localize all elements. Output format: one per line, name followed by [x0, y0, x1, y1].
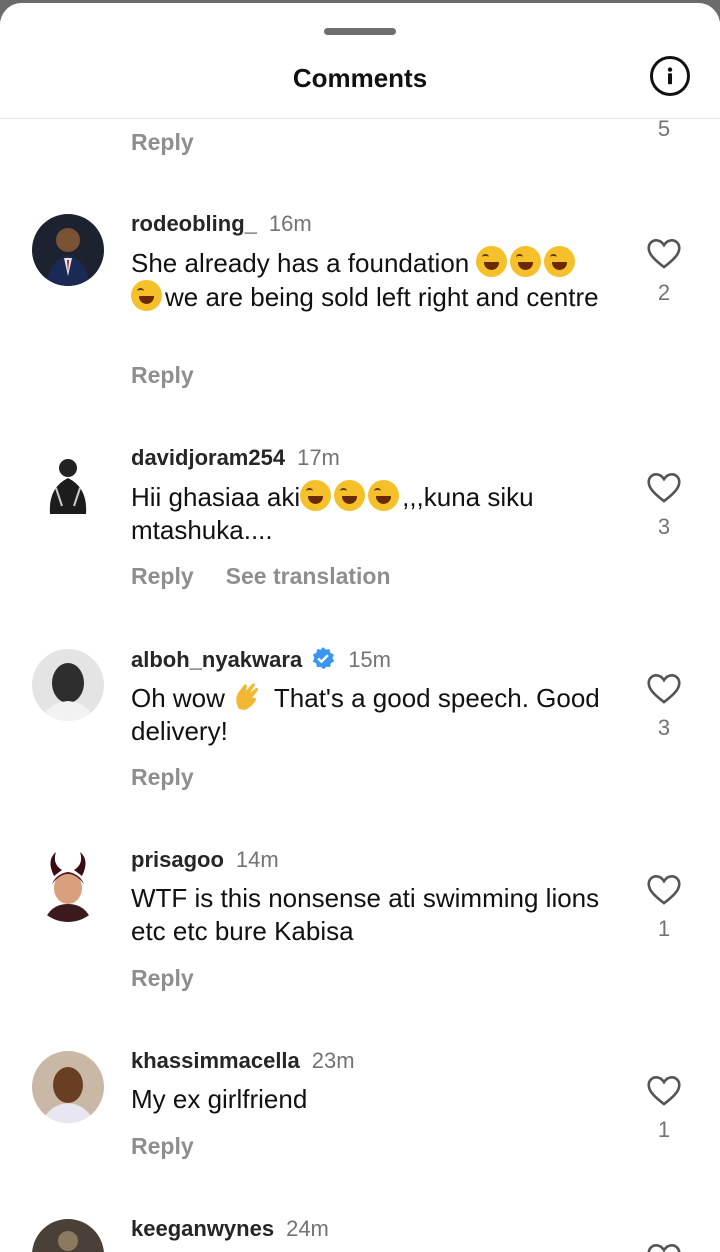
username-text[interactable]: davidjoram254 [131, 445, 285, 470]
avatar[interactable] [32, 448, 104, 520]
comment-text: Hii ghasiaa aki ,,,kuna siku mtashuka.... [131, 480, 534, 545]
username-text[interactable]: rodeobling_ [131, 211, 257, 236]
drag-handle[interactable] [324, 28, 396, 35]
reply-button[interactable]: Reply [131, 764, 194, 790]
username[interactable]: keeganwynes 24m [131, 1216, 329, 1242]
like-count: 1 [657, 916, 671, 941]
reply-button[interactable]: Reply [131, 362, 194, 388]
reply-button[interactable]: Reply [131, 129, 194, 155]
comment-text: WTF is this nonsense ati swimming lions … [131, 883, 600, 946]
username[interactable]: alboh_nyakwara 15m [131, 646, 391, 673]
comment-time: 16m [268, 211, 312, 236]
comments-header: Comments [0, 3, 720, 119]
heart-outline-icon[interactable] [646, 1243, 682, 1252]
username-text[interactable]: keeganwynes [131, 1216, 274, 1241]
comment-text: My ex girlfriend [131, 1084, 308, 1114]
like-count: 2 [657, 280, 671, 305]
laughing-emoji-icon [368, 480, 400, 511]
laughing-emoji-icon [510, 246, 542, 277]
comment-time: 17m [297, 445, 340, 470]
username[interactable]: davidjoram254 17m [131, 445, 340, 471]
like-count: 3 [657, 514, 671, 539]
comment-list[interactable]: Reply 5 rodeobling_ 16m She already has a… [0, 119, 720, 1252]
clapping-hands-emoji-icon [232, 681, 264, 712]
avatar[interactable] [32, 649, 104, 721]
laughing-emoji-icon [131, 280, 162, 311]
verified-badge-icon [313, 647, 335, 670]
avatar[interactable] [32, 1051, 104, 1123]
laughing-emoji-icon [476, 246, 508, 277]
avatar[interactable] [32, 214, 104, 286]
comment-text: She already has a foundation we are bein… [131, 246, 599, 312]
heart-outline-icon[interactable] [646, 238, 682, 270]
username[interactable]: prisagoo 14m [131, 847, 279, 873]
username[interactable]: rodeobling_ 16m [131, 211, 312, 237]
like-count: 1 [657, 1117, 671, 1142]
username-text[interactable]: khassimmacella [131, 1048, 300, 1073]
avatar[interactable] [32, 850, 104, 922]
page-title: Comments [292, 63, 428, 93]
username-text[interactable]: prisagoo [131, 847, 224, 872]
heart-outline-icon[interactable] [646, 673, 682, 705]
laughing-emoji-icon [334, 480, 366, 511]
reply-button[interactable]: Reply [131, 1133, 194, 1159]
heart-outline-icon[interactable] [646, 1075, 682, 1107]
heart-outline-icon[interactable] [646, 874, 682, 906]
laughing-emoji-icon [300, 480, 332, 511]
avatar[interactable] [32, 1219, 104, 1252]
reply-button[interactable]: Reply [131, 965, 194, 991]
comment-time: 23m [311, 1048, 355, 1073]
see-translation-button[interactable]: See translation [226, 563, 391, 589]
like-count: 5 [657, 119, 671, 141]
laughing-emoji-icon [544, 246, 576, 277]
comments-sheet: Comments Reply 5 rodeobling_ 16m She alre… [0, 3, 720, 1252]
comment-text: Oh wow That's a good speech. Good delive… [131, 681, 600, 746]
reply-button[interactable]: Reply [131, 563, 194, 589]
heart-outline-icon[interactable] [646, 472, 682, 504]
comment-time: 15m [348, 647, 391, 672]
like-count: 3 [657, 715, 671, 740]
username-text[interactable]: alboh_nyakwara [131, 647, 302, 672]
comment-time: 24m [286, 1216, 329, 1241]
info-icon[interactable] [650, 56, 690, 96]
comment-time: 14m [235, 847, 279, 872]
username[interactable]: khassimmacella 23m [131, 1048, 355, 1074]
